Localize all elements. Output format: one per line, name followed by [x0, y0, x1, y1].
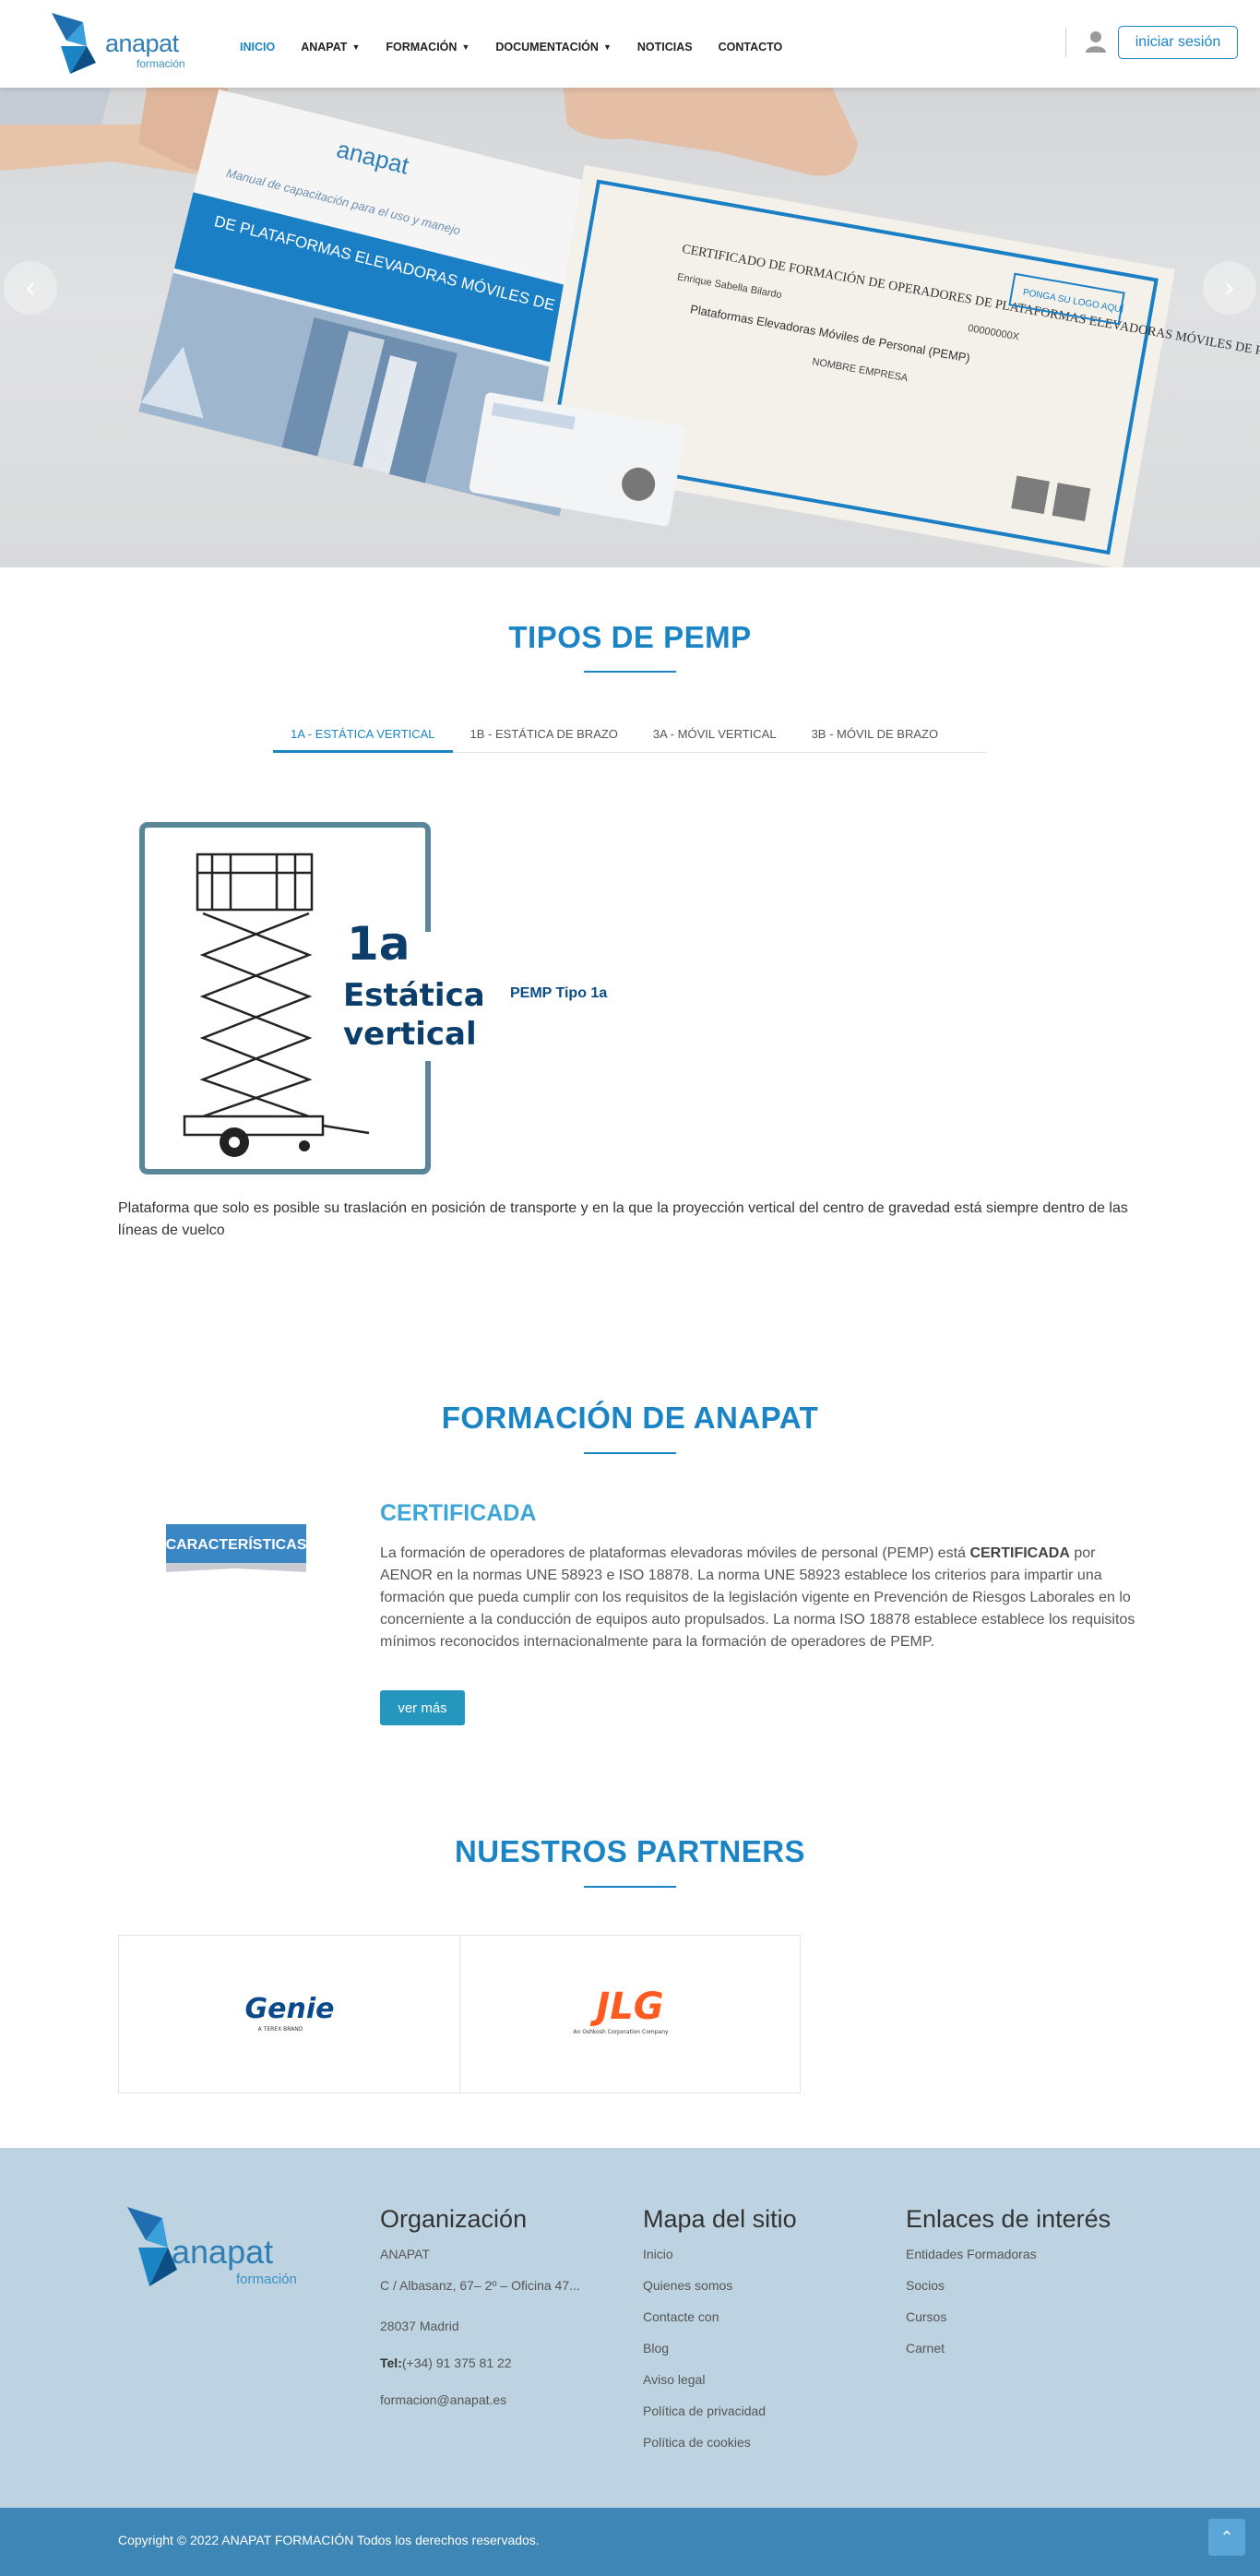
feature-text-start: La formación de operadores de plataforma…	[380, 1545, 970, 1561]
nav-label: NOTICIAS	[636, 41, 693, 54]
caracteristicas-label: CARACTERÍSTICAS	[166, 1535, 306, 1553]
login-button[interactable]: iniciar sesión	[1118, 26, 1238, 59]
footer-logo[interactable]: anapat formación	[125, 2203, 310, 2296]
footer-org-phone: Tel:(+34) 91 375 81 22	[380, 2354, 580, 2391]
footer-link-blog[interactable]: Blog	[643, 2339, 797, 2370]
anapat-logo[interactable]: anapat formación	[48, 9, 196, 79]
image-type-line1: Estática	[343, 977, 485, 1014]
hero-slider: anapat Manual de capacitación para el us…	[0, 88, 1260, 567]
user-icon[interactable]	[1084, 30, 1108, 54]
footer-link-cursos[interactable]: Cursos	[906, 2308, 1111, 2339]
image-type-code: 1a	[347, 917, 410, 971]
nav-item-formacion[interactable]: FORMACIÓN ▼	[386, 41, 470, 54]
genie-logo-text: Genie	[244, 1993, 334, 2025]
hero-image: anapat Manual de capacitación para el us…	[0, 88, 1260, 567]
tab-1a[interactable]: 1A - ESTÁTICA VERTICAL	[273, 718, 453, 753]
tipos-title-rule	[584, 671, 676, 673]
nav-item-documentacion[interactable]: DOCUMENTACIÓN ▼	[495, 41, 612, 54]
footer-link-contacte[interactable]: Contacte con	[643, 2308, 797, 2339]
header-divider	[1065, 28, 1066, 57]
footer-org-name: ANAPAT	[380, 2247, 430, 2261]
nav-item-noticias[interactable]: NOTICIAS	[637, 41, 693, 54]
footer-org: Organización ANAPAT C / Albasanz, 67– 2º…	[380, 2205, 580, 2422]
footer-link-cookies[interactable]: Política de cookies	[643, 2433, 797, 2464]
tab-1b[interactable]: 1B - ESTÁTICA DE BRAZO	[453, 718, 636, 753]
footer-tel: (+34) 91 375 81 22	[401, 2355, 512, 2370]
copyright-bar: Copyright © 2022 ANAPAT FORMACIÓN Todos …	[0, 2508, 1260, 2576]
chevron-right-icon: ›	[1224, 271, 1235, 304]
chevron-down-icon: ▼	[351, 42, 361, 52]
genie-logo: Genie A TEREX BRAND	[244, 1993, 334, 2033]
footer-links-title: Enlaces de interés	[906, 2205, 1111, 2233]
feature-text-bold: CERTIFICADA	[969, 1545, 1070, 1561]
footer-org-email[interactable]: formacion@anapat.es	[380, 2391, 580, 2422]
jlg-logo-sub: An Oshkosh Corporation Company	[573, 2029, 669, 2035]
footer-org-address: C / Albasanz, 67– 2º – Oficina 47...	[380, 2278, 580, 2293]
back-to-top-button[interactable]: ⌃	[1208, 2519, 1245, 2556]
jlg-logo: JLG An Oshkosh Corporation Company	[573, 1986, 669, 2035]
footer-link-privacidad[interactable]: Política de privacidad	[643, 2402, 797, 2433]
footer-org-city: 28037 Madrid	[380, 2319, 459, 2333]
nav-label: FORMACIÓN	[386, 41, 458, 54]
footer-link-entidades[interactable]: Entidades Formadoras	[906, 2245, 1111, 2276]
feature-text: La formación de operadores de plataforma…	[380, 1543, 1142, 1653]
footer-logo-word: anapat	[172, 2233, 274, 2271]
jlg-logo-text: JLG	[589, 1986, 663, 2028]
footer-link-socios[interactable]: Socios	[906, 2276, 1111, 2308]
footer-sitemap-title: Mapa del sitio	[643, 2205, 797, 2233]
ver-mas-button[interactable]: ver más	[380, 1690, 465, 1725]
partners-title-rule	[584, 1886, 676, 1888]
footer-logo-sub: formación	[236, 2272, 297, 2287]
caracteristicas-image: CARACTERÍSTICAS	[166, 1524, 306, 1572]
copyright-text: Copyright © 2022 ANAPAT FORMACIÓN Todos …	[118, 2533, 540, 2547]
image-type-line2: vertical	[343, 1016, 477, 1053]
nav-item-contacto[interactable]: CONTACTO	[719, 41, 783, 54]
partners-title: NUESTROS PARTNERS	[454, 1834, 806, 1868]
main-nav: INICIO ANAPAT ▼ FORMACIÓN ▼ DOCUMENTACIÓ…	[240, 41, 782, 54]
site-header: anapat formación INICIO ANAPAT ▼ FORMACI…	[0, 0, 1260, 88]
chevron-left-icon: ‹	[25, 271, 36, 304]
pemp-type-name: PEMP Tipo 1a	[510, 985, 608, 1001]
tab-3b[interactable]: 3B - MÓVIL DE BRAZO	[794, 718, 957, 753]
nav-label: DOCUMENTACIÓN	[495, 41, 599, 54]
footer-link-carnet[interactable]: Carnet	[906, 2339, 1111, 2370]
chevron-down-icon: ▼	[461, 42, 470, 52]
formacion-title-rule	[584, 1452, 676, 1454]
footer-link-inicio[interactable]: Inicio	[643, 2245, 797, 2276]
footer-sitemap: Mapa del sitio Inicio Quienes somos Cont…	[643, 2205, 797, 2464]
footer-link-quienes-somos[interactable]: Quienes somos	[643, 2276, 797, 2308]
feature-heading: CERTIFICADA	[380, 1500, 537, 1526]
slider-next-button[interactable]: ›	[1203, 261, 1256, 315]
footer-org-title: Organización	[380, 2205, 528, 2233]
partner-jlg[interactable]: JLG An Oshkosh Corporation Company	[459, 1936, 800, 2093]
pemp-type-description: Plataforma que solo es posible su trasla…	[118, 1200, 1128, 1238]
logo-subtitle: formación	[137, 57, 185, 70]
anapat-logo-mark	[52, 13, 96, 74]
tab-3a[interactable]: 3A - MÓVIL VERTICAL	[636, 718, 794, 753]
slider-prev-button[interactable]: ‹	[4, 261, 57, 315]
nav-item-anapat[interactable]: ANAPAT ▼	[301, 41, 360, 54]
formacion-title: FORMACIÓN DE ANAPAT	[441, 1401, 819, 1435]
footer-link-aviso-legal[interactable]: Aviso legal	[643, 2370, 797, 2402]
nav-label: INICIO	[240, 41, 276, 54]
footer-tel-label: Tel:	[380, 2355, 402, 2370]
chevron-up-icon: ⌃	[1219, 2527, 1234, 2547]
pemp-tabs: 1A - ESTÁTICA VERTICAL 1B - ESTÁTICA DE …	[273, 718, 986, 753]
partners-grid: Genie A TEREX BRAND JLG An Oshkosh Corpo…	[118, 1935, 801, 2093]
logo-wordmark: anapat	[105, 30, 179, 57]
chevron-down-icon: ▼	[602, 42, 612, 52]
tipos-title: TIPOS DE PEMP	[508, 620, 752, 654]
pemp-type-image: 1a Estática vertical	[139, 822, 498, 1175]
nav-item-inicio[interactable]: INICIO	[240, 41, 275, 54]
partner-genie[interactable]: Genie A TEREX BRAND	[119, 1936, 459, 2093]
genie-logo-sub: A TEREX BRAND	[257, 2026, 303, 2033]
nav-label: ANAPAT	[301, 41, 348, 54]
footer-links: Enlaces de interés Entidades Formadoras …	[906, 2205, 1111, 2370]
nav-label: CONTACTO	[718, 41, 783, 54]
site-footer: anapat formación Organización ANAPAT C /…	[0, 2148, 1260, 2508]
